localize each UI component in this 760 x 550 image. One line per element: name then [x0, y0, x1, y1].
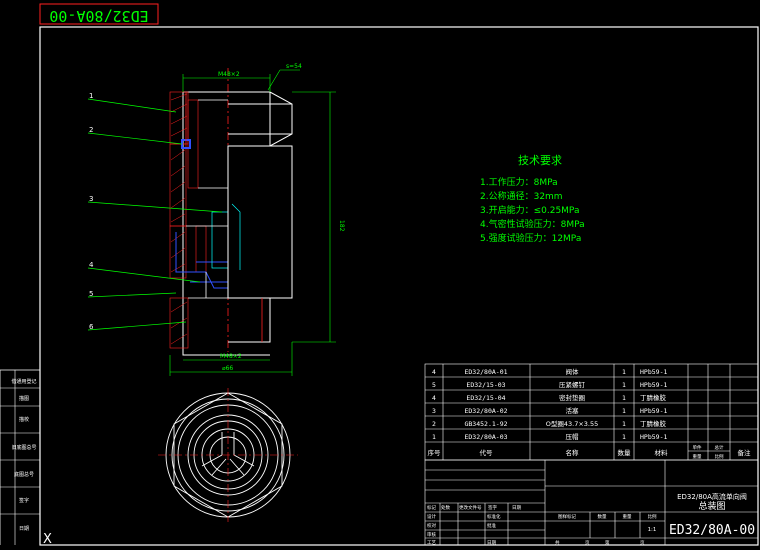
left-strip: 借通用登记 描图 描校 旧底图总号 底图总号 签字 日期: [0, 369, 40, 545]
tb-sheet-total: 共: [555, 539, 560, 546]
left-strip-label-3: 旧底图总号: [11, 444, 36, 451]
tb-ratio: 比例: [648, 513, 657, 520]
bom-header-name: 名称: [566, 448, 580, 457]
bom-header-code: 代号: [480, 448, 494, 457]
leaders: [87, 98, 223, 331]
left-strip-label-6: 日期: [19, 526, 29, 532]
bom-header-note: 备注: [738, 448, 752, 457]
bom-cell-qty: 1: [622, 394, 626, 402]
callout-3: 3: [89, 195, 93, 203]
tb-role2-2: 日期: [487, 540, 496, 546]
bom-cell-mat: 丁腈橡胶: [640, 393, 667, 402]
tb-product: ED32/80A高流单向阀: [677, 492, 747, 501]
left-strip-label-2: 描校: [19, 416, 29, 423]
dim-bottom-thread: M48×2: [220, 353, 242, 360]
bom-cell-qty: 1: [622, 433, 626, 441]
bom-cell-code: ED32/80A-02: [464, 407, 507, 415]
left-strip-label-1: 描图: [19, 395, 29, 402]
bom-header-w4: 比例: [715, 453, 724, 460]
tech-item-4: 4.气密性试验压力：8MPa: [480, 218, 585, 230]
tb-drawing-type: 总装图: [698, 500, 725, 512]
tech-heading: 技术要求: [518, 154, 562, 167]
bom-cell-name: 密封垫圈: [559, 393, 585, 402]
left-strip-label-0: 借通用登记: [11, 378, 36, 385]
dimension-lines: [169, 69, 336, 376]
callout-4: 4: [89, 261, 94, 269]
bom-header-qty: 数量: [618, 448, 632, 457]
svg-text:X: X: [43, 532, 52, 547]
bom-cell-no: 4: [432, 368, 436, 376]
tb-sheet-no: 第: [605, 539, 610, 546]
bom-header-w2: 总计: [715, 444, 724, 451]
bom-cell-qty: 1: [622, 420, 626, 428]
bom-header-no: 序号: [428, 448, 442, 457]
bom-cell-no: 3: [432, 407, 436, 415]
bom-cell-mat: HPb59-1: [640, 433, 667, 441]
bom-header-mat: 材料: [655, 448, 669, 457]
dim-height: 182: [338, 220, 345, 232]
tb-qty: 数量: [598, 513, 607, 520]
dim-top-thread: M48×2: [218, 71, 240, 78]
bom-cell-code: ED32/15-03: [466, 381, 505, 389]
tb-role-2: 审核: [427, 531, 436, 538]
left-strip-label-4: 底图总号: [14, 471, 34, 478]
bom-cell-code: ED32/80A-01: [464, 368, 507, 376]
tb-weight: 重量: [623, 513, 632, 520]
tb-role2-1: 批准: [487, 522, 496, 529]
tb-label-1: 处数: [441, 504, 450, 511]
bom-cell-name: 压紧螺钉: [559, 380, 586, 389]
bom-header-w3: 重量: [693, 453, 702, 460]
bom-header-w1: 单件: [693, 444, 702, 451]
title-stamp-text: ED32/80A-00: [49, 7, 148, 25]
bom-cell-name: 活塞: [566, 406, 580, 415]
bom-cell-mat: 丁腈橡胶: [640, 419, 667, 428]
bom-cell-no: 5: [432, 381, 436, 389]
bom-cell-code: ED32/15-04: [466, 394, 505, 402]
callout-6: 6: [89, 323, 94, 331]
bom-cell-code: GB3452.1-92: [464, 420, 507, 428]
tb-label-2: 更改文件号: [459, 504, 482, 511]
bom-cell-qty: 1: [622, 407, 626, 415]
tb-label-3: 签字: [488, 504, 497, 511]
drawing-frame: [39, 26, 759, 546]
bom-cell-qty: 1: [622, 368, 626, 376]
bom-cell-mat: HPb59-1: [640, 368, 667, 376]
callout-5: 5: [89, 290, 93, 298]
left-strip-label-5: 签字: [19, 497, 29, 504]
bom-cell-mat: HPb59-1: [640, 407, 667, 415]
callout-2: 2: [89, 126, 93, 134]
tech-item-1: 1.工作压力：8MPa: [480, 176, 558, 188]
bom-header: 序号 代号 名称 数量 材料 单件 总计 重量 比例 备注: [428, 444, 752, 460]
tb-drawing-no: ED32/80A-00: [669, 523, 755, 538]
bom-cell-mat: HPb59-1: [640, 381, 667, 389]
bom-cell-code: ED32/80A-03: [464, 433, 507, 441]
tech-item-2: 2.公称通径：32mm: [480, 190, 563, 202]
tech-requirements: 技术要求 1.工作压力：8MPa 2.公称通径：32mm 3.开启能力：≤0.2…: [480, 154, 585, 244]
tb-label-0: 标记: [427, 504, 436, 511]
bom-cell-name: 阀体: [566, 367, 580, 376]
tb-scale: 1:1: [648, 527, 657, 533]
bom-cell-no: 4: [432, 394, 436, 402]
tb-role-0: 设计: [427, 513, 436, 520]
bom-cell-name: O型圈43.7×3.55: [546, 419, 599, 428]
tb-role-1: 校对: [427, 522, 436, 529]
bom-cell-qty: 1: [622, 381, 626, 389]
tb-role2-0: 标准化: [487, 513, 501, 520]
tb-sheet-page-2: 页: [640, 540, 645, 546]
dim-diameter: ⌀66: [222, 365, 233, 372]
bom-cell-name: 压帽: [566, 432, 580, 441]
callout-1: 1: [89, 92, 93, 100]
tech-item-3: 3.开启能力：≤0.25MPa: [480, 204, 579, 216]
tb-sheet-page: 页: [585, 540, 590, 546]
tech-item-5: 5.强度试验压力：12MPa: [480, 232, 581, 244]
cad-drawing-canvas[interactable]: ED32/80A-00 借通用登记 描图 描校 旧底图总号 底图总号 签字 日期…: [0, 0, 760, 550]
ucs-icon: X: [43, 532, 52, 547]
bom-cell-no: 1: [432, 433, 436, 441]
tb-stage-mark: 图样标记: [558, 513, 576, 520]
tb-label-4: 日期: [512, 505, 521, 511]
tb-role-3: 工艺: [427, 540, 436, 546]
bom-cell-no: 2: [432, 420, 436, 428]
section-view: [169, 68, 293, 356]
dim-hex: s=54: [286, 63, 302, 70]
